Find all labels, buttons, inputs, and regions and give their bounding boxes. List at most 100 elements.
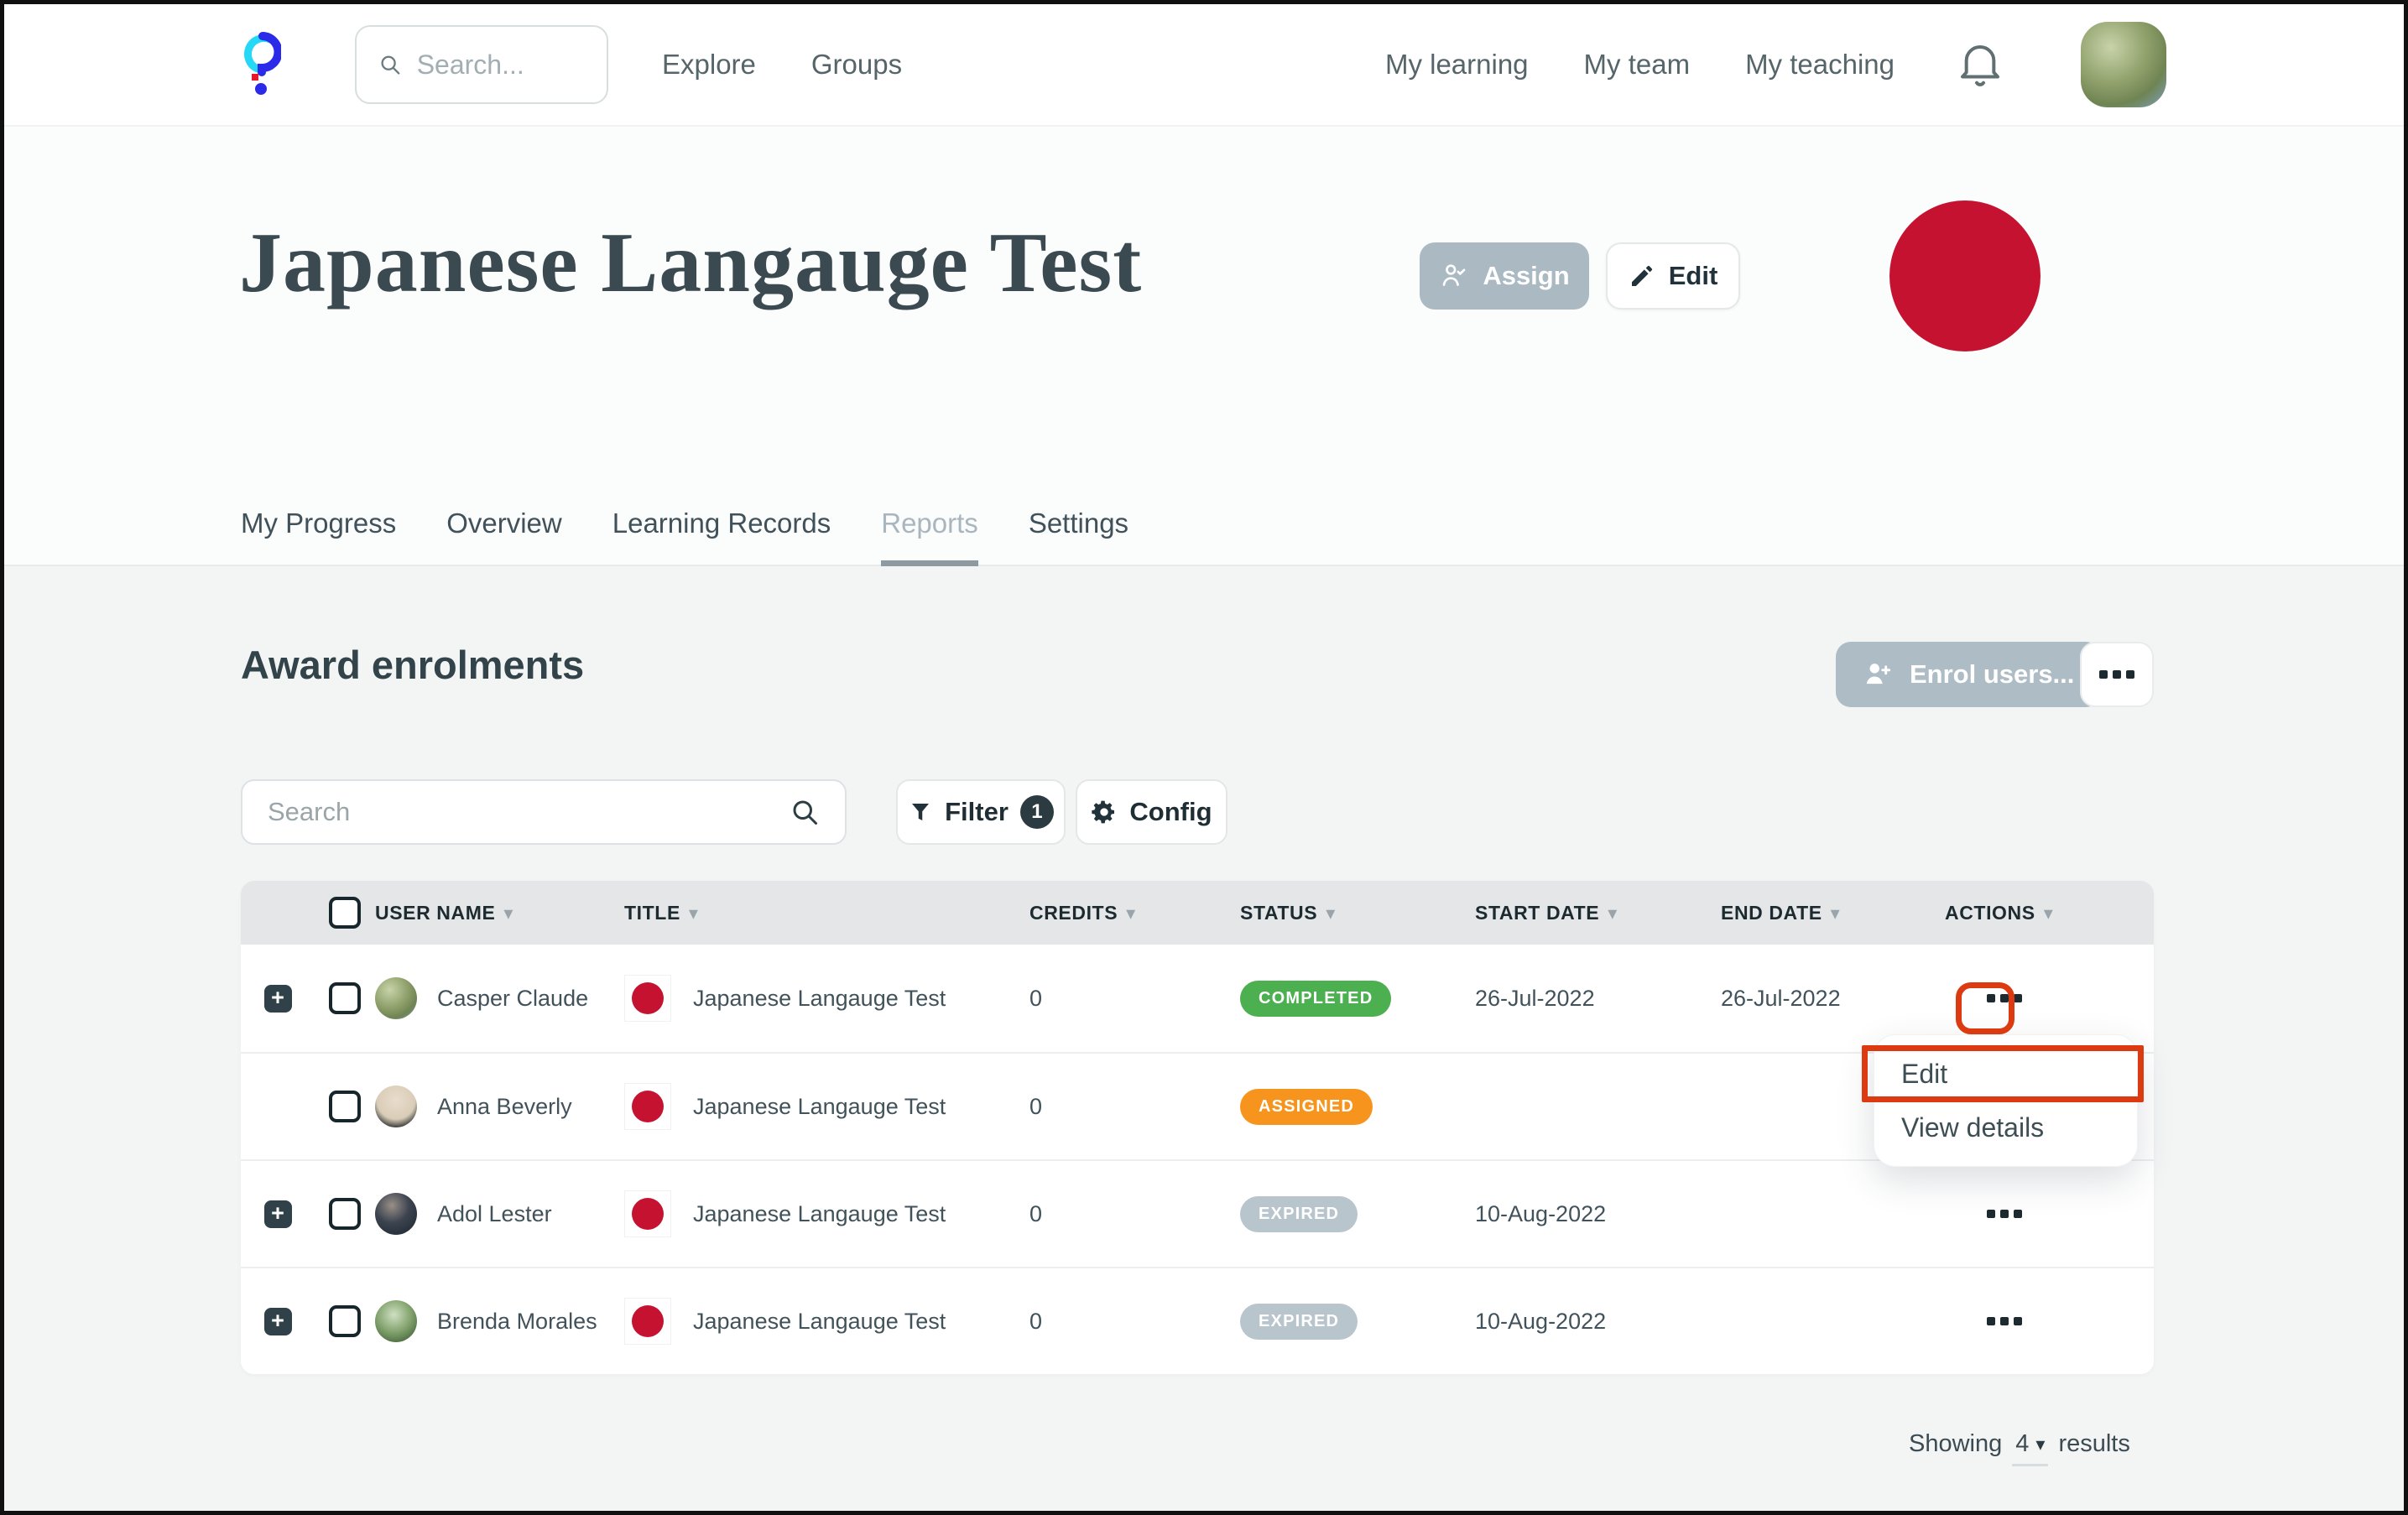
user-name: Casper Claude: [437, 986, 588, 1012]
search-icon: [378, 50, 402, 79]
row-checkbox[interactable]: [329, 1091, 361, 1122]
row-actions-menu: Edit View details: [1874, 1034, 2138, 1167]
start-date: 10-Aug-2022: [1475, 1309, 1721, 1335]
sort-arrow-icon: [1831, 902, 1841, 924]
expand-row-button[interactable]: [264, 985, 292, 1013]
section-more-button[interactable]: [2080, 642, 2154, 707]
avatar: [375, 1085, 417, 1127]
table-row: Anna Beverly Japanese Langauge Test 0 AS…: [241, 1052, 2154, 1159]
tab-reports[interactable]: Reports: [881, 508, 978, 565]
table-row: Casper Claude Japanese Langauge Test 0 C…: [241, 945, 2154, 1052]
person-check-icon: [1439, 261, 1469, 291]
table-search: [241, 779, 847, 845]
sort-arrow-icon: [1608, 902, 1618, 924]
status-badge: EXPIRED: [1240, 1196, 1358, 1232]
row-actions-button[interactable]: [1987, 1317, 2022, 1325]
avatar: [375, 1193, 417, 1235]
credits-value: 0: [1029, 986, 1240, 1012]
config-button-label: Config: [1129, 797, 1212, 827]
credits-value: 0: [1029, 1094, 1240, 1120]
edit-button[interactable]: Edit: [1606, 242, 1740, 310]
sort-arrow-icon: [1326, 902, 1336, 924]
filter-count-badge: 1: [1020, 795, 1054, 829]
filter-button-label: Filter: [945, 797, 1009, 827]
row-actions-button[interactable]: [1987, 994, 2022, 1002]
select-all-checkbox[interactable]: [329, 897, 361, 929]
enrolments-table: USER NAME TITLE CREDITS STATUS START DAT…: [241, 881, 2154, 1374]
column-header-title[interactable]: TITLE: [624, 902, 1029, 924]
end-date: 26-Jul-2022: [1721, 986, 1945, 1012]
user-name: Adol Lester: [437, 1201, 552, 1227]
menu-item-edit[interactable]: Edit: [1874, 1047, 2137, 1101]
award-cover-image: [1889, 200, 2041, 351]
row-checkbox[interactable]: [329, 1198, 361, 1230]
results-count-dropdown[interactable]: 4▾: [2012, 1430, 2048, 1466]
tab-settings[interactable]: Settings: [1029, 508, 1128, 565]
filter-button[interactable]: Filter 1: [896, 779, 1066, 845]
award-thumbnail: [624, 1298, 671, 1345]
menu-item-view-details[interactable]: View details: [1874, 1101, 2137, 1154]
nav-link-my-learning[interactable]: My learning: [1385, 49, 1529, 81]
assign-button[interactable]: Assign: [1420, 242, 1589, 310]
nav-link-my-teaching[interactable]: My teaching: [1745, 49, 1895, 81]
showing-label: Showing: [1909, 1430, 2002, 1458]
tab-overview[interactable]: Overview: [446, 508, 562, 565]
column-header-start-date[interactable]: START DATE: [1475, 902, 1721, 924]
avatar: [375, 1300, 417, 1342]
section-heading: Award enrolments: [241, 642, 584, 688]
nav-link-groups[interactable]: Groups: [811, 49, 902, 81]
table-row: Adol Lester Japanese Langauge Test 0 EXP…: [241, 1159, 2154, 1267]
expand-row-button[interactable]: [264, 1200, 292, 1228]
tab-learning-records[interactable]: Learning Records: [612, 508, 831, 565]
award-title: Japanese Langauge Test: [693, 1094, 946, 1120]
table-header-row: USER NAME TITLE CREDITS STATUS START DAT…: [241, 881, 2154, 945]
results-label: results: [2058, 1430, 2129, 1458]
config-button[interactable]: Config: [1076, 779, 1227, 845]
ellipsis-icon: [2099, 670, 2134, 679]
sort-arrow-icon: [689, 902, 699, 924]
award-thumbnail: [624, 975, 671, 1022]
award-title: Japanese Langauge Test: [693, 1309, 946, 1335]
column-header-credits[interactable]: CREDITS: [1029, 902, 1240, 924]
nav-link-explore[interactable]: Explore: [662, 49, 756, 81]
column-header-end-date[interactable]: END DATE: [1721, 902, 1945, 924]
sort-arrow-icon: [2044, 902, 2054, 924]
gear-icon: [1091, 799, 1118, 825]
pencil-icon: [1629, 263, 1655, 289]
award-header-section: Japanese Langauge Test Assign Edit My Pr…: [4, 127, 2404, 566]
user-name: Anna Beverly: [437, 1094, 572, 1120]
nav-links: Explore Groups: [662, 49, 902, 81]
nav-link-my-team[interactable]: My team: [1584, 49, 1691, 81]
funnel-icon: [908, 799, 933, 825]
sort-arrow-icon: [1126, 902, 1136, 924]
user-avatar[interactable]: [2081, 22, 2166, 107]
avatar: [375, 977, 417, 1019]
row-checkbox[interactable]: [329, 1305, 361, 1337]
brand-logo-icon[interactable]: [237, 30, 281, 99]
user-name: Brenda Morales: [437, 1309, 597, 1335]
table-row: Brenda Morales Japanese Langauge Test 0 …: [241, 1267, 2154, 1374]
notifications-bell-icon[interactable]: [1957, 37, 2004, 92]
column-header-actions[interactable]: ACTIONS: [1945, 902, 2154, 924]
tab-my-progress[interactable]: My Progress: [241, 508, 396, 565]
table-search-input[interactable]: [268, 797, 790, 827]
column-header-user-name[interactable]: USER NAME: [375, 902, 624, 924]
assign-button-label: Assign: [1483, 261, 1569, 291]
top-nav: Explore Groups My learning My team My te…: [4, 4, 2404, 127]
award-thumbnail: [624, 1083, 671, 1130]
app-window: Explore Groups My learning My team My te…: [0, 0, 2408, 1515]
global-search-input[interactable]: [417, 49, 585, 81]
enrol-users-label: Enrol users...: [1910, 659, 2074, 690]
status-badge: EXPIRED: [1240, 1304, 1358, 1340]
award-thumbnail: [624, 1190, 671, 1237]
edit-button-label: Edit: [1669, 261, 1718, 291]
start-date: 10-Aug-2022: [1475, 1201, 1721, 1227]
sort-arrow-icon: [503, 902, 513, 924]
expand-row-button[interactable]: [264, 1308, 292, 1335]
row-actions-button[interactable]: [1987, 1210, 2022, 1218]
award-title: Japanese Langauge Test: [693, 1201, 946, 1227]
chevron-down-icon: ▾: [2035, 1434, 2045, 1455]
row-checkbox[interactable]: [329, 982, 361, 1014]
column-header-status[interactable]: STATUS: [1240, 902, 1475, 924]
enrol-users-button[interactable]: Enrol users...: [1836, 642, 2101, 707]
